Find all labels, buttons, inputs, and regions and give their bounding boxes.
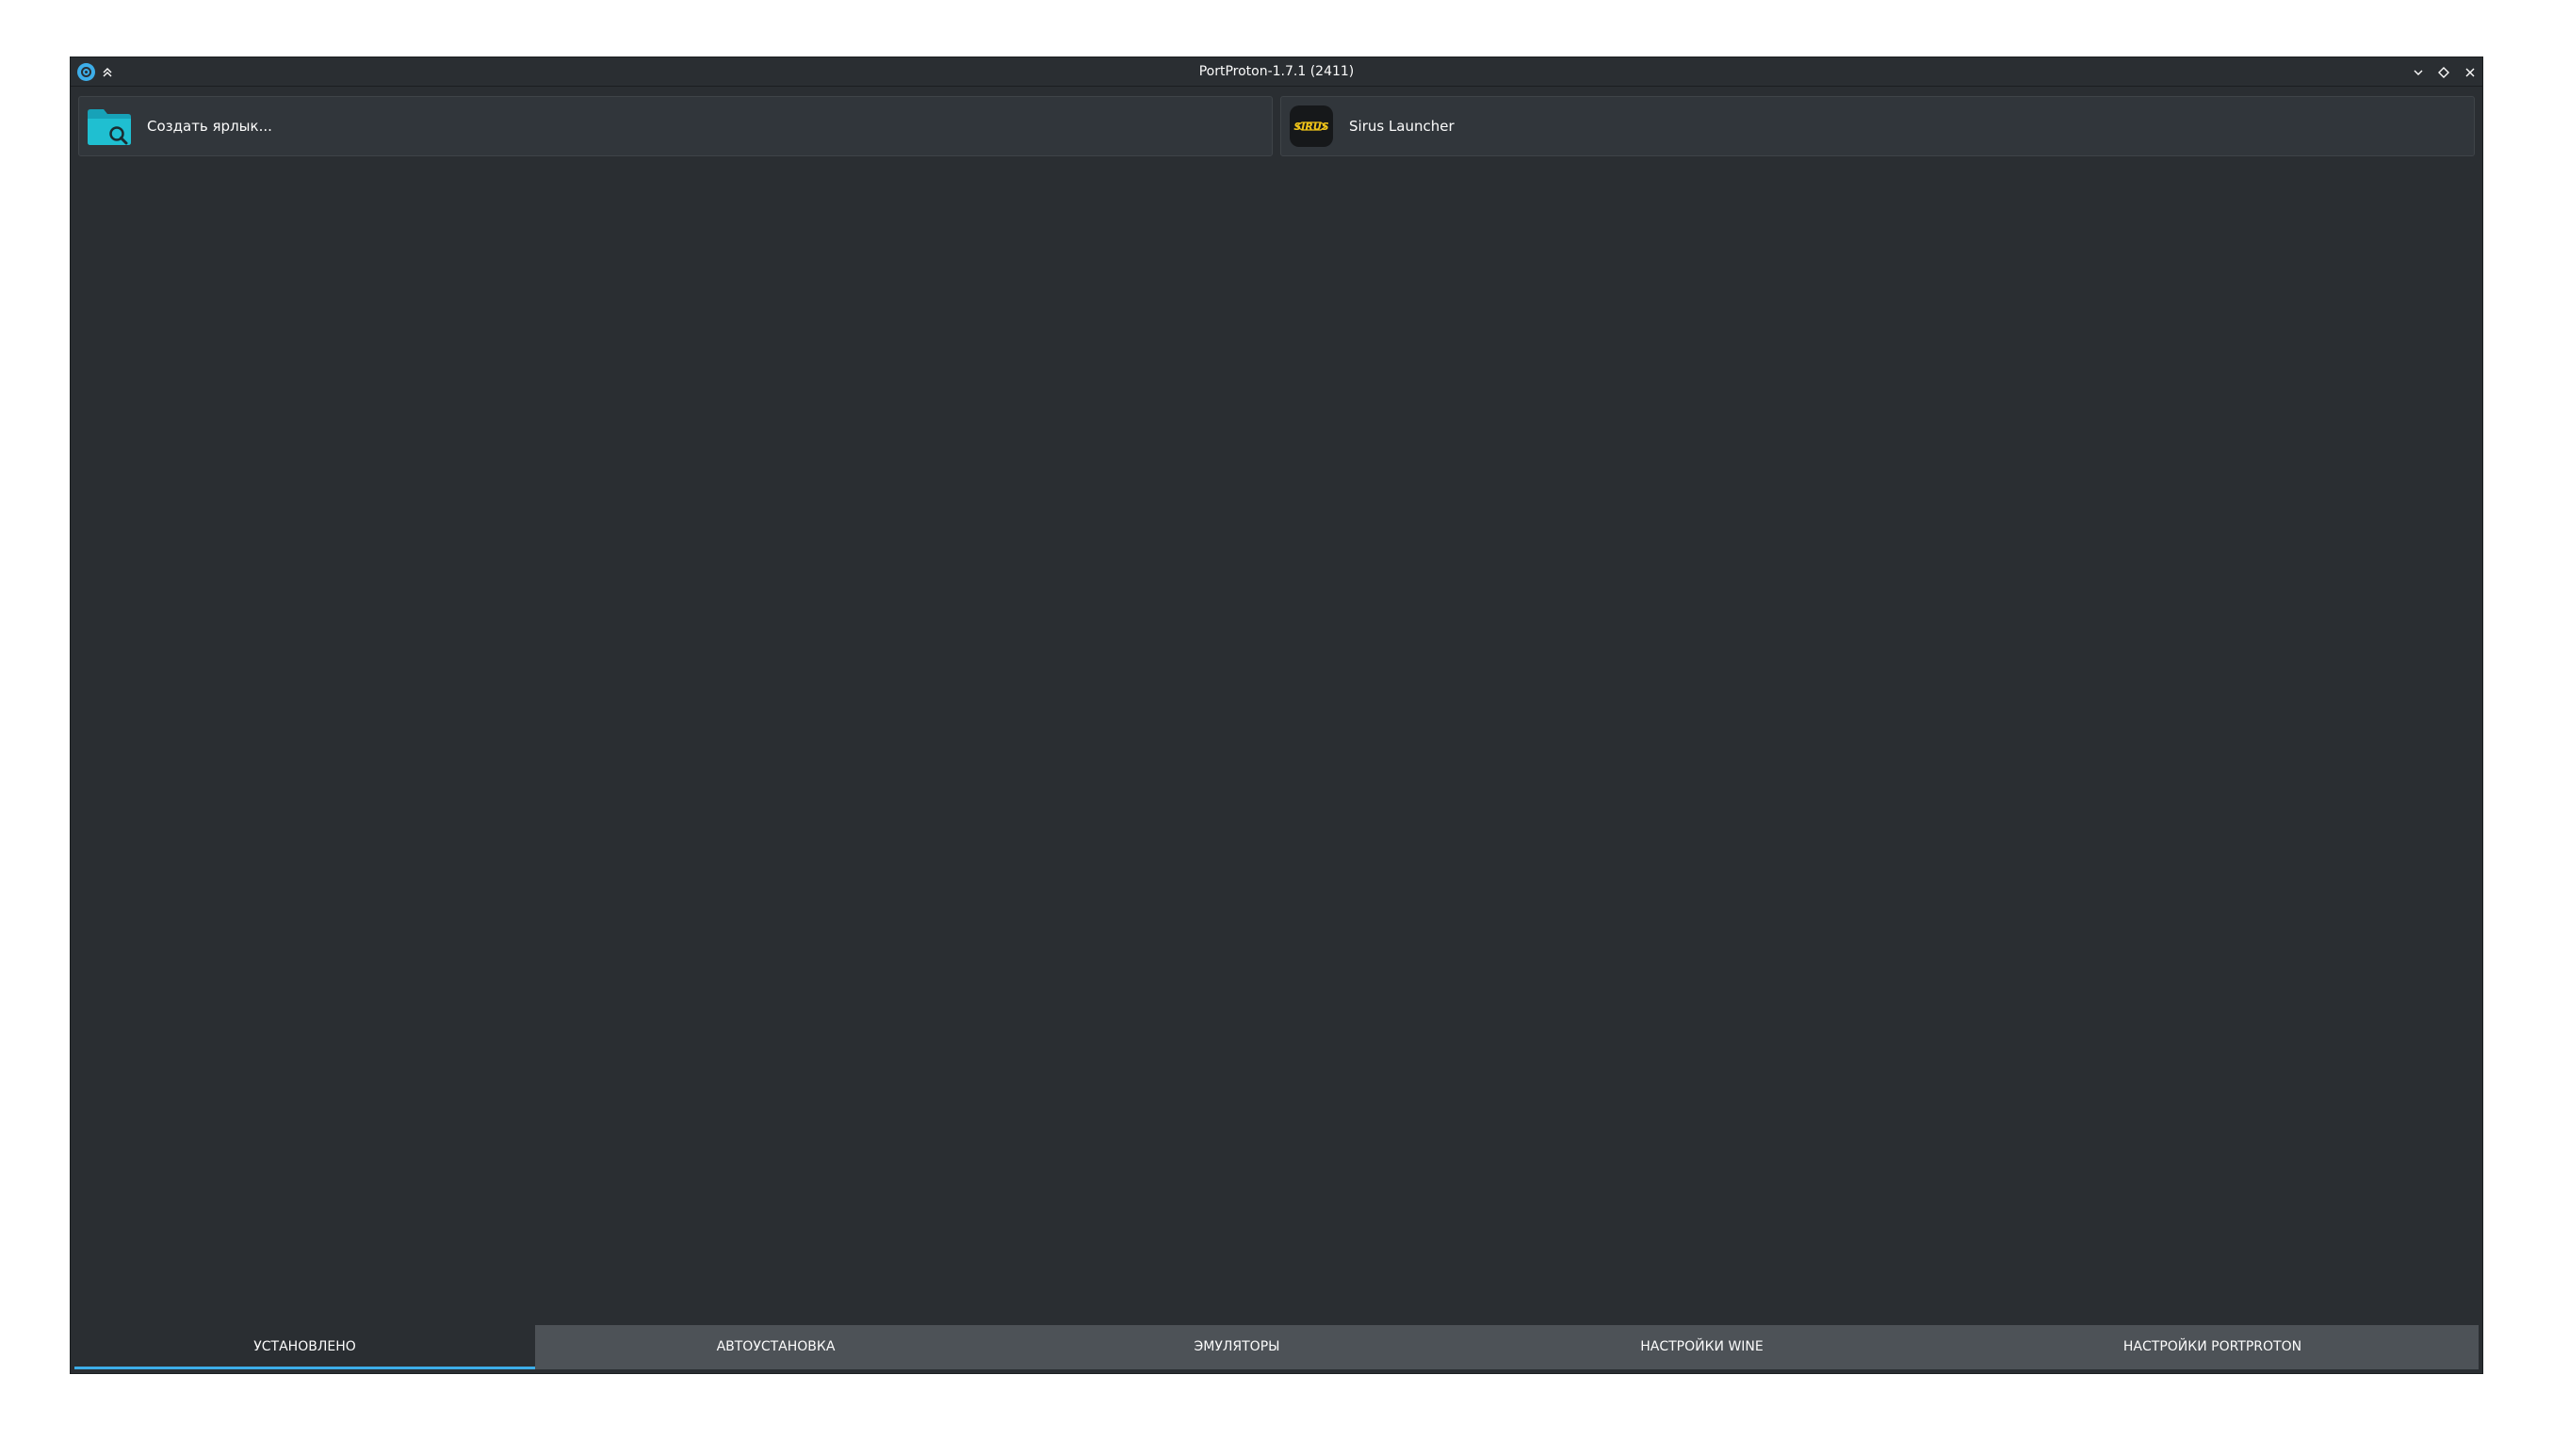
close-button[interactable] [2459,61,2481,84]
tab-emulators[interactable]: ЭМУЛЯТОРЫ [1016,1325,1457,1369]
close-icon [2464,66,2477,79]
shortcuts-grid: Создать ярлык... SIRUS Sirus Launcher [71,87,2482,1347]
folder-search-icon [87,105,132,148]
window-title: PortProton-1.7.1 (2411) [1198,64,1355,79]
maximize-button[interactable] [2432,61,2455,84]
svg-text:SIRUS: SIRUS [1293,121,1328,133]
tab-portproton-settings[interactable]: НАСТРОЙКИ PORTPROTON [1946,1325,2479,1369]
tab-installed[interactable]: УСТАНОВЛЕНО [74,1325,535,1369]
sirus-launcher-tile[interactable]: SIRUS Sirus Launcher [1280,96,2475,156]
tab-autoinstall[interactable]: АВТОУСТАНОВКА [535,1325,1016,1369]
sirus-logo-icon: SIRUS [1289,105,1334,148]
create-shortcut-button[interactable]: Создать ярлык... [78,96,1273,156]
tab-wine-settings[interactable]: НАСТРОЙКИ WINE [1457,1325,1946,1369]
title-bar[interactable]: PortProton-1.7.1 (2411) [71,57,2482,87]
shortcut-label: Sirus Launcher [1349,118,1455,135]
app-window: PortProton-1.7.1 (2411) Создать ярлык...… [71,57,2482,1373]
chevron-down-icon [2412,66,2425,79]
shortcut-label: Создать ярлык... [147,118,272,135]
bottom-tab-bar: УСТАНОВЛЕНО АВТОУСТАНОВКА ЭМУЛЯТОРЫ НАСТ… [74,1325,2479,1369]
diamond-icon [2437,66,2450,79]
minimize-button[interactable] [2407,61,2430,84]
